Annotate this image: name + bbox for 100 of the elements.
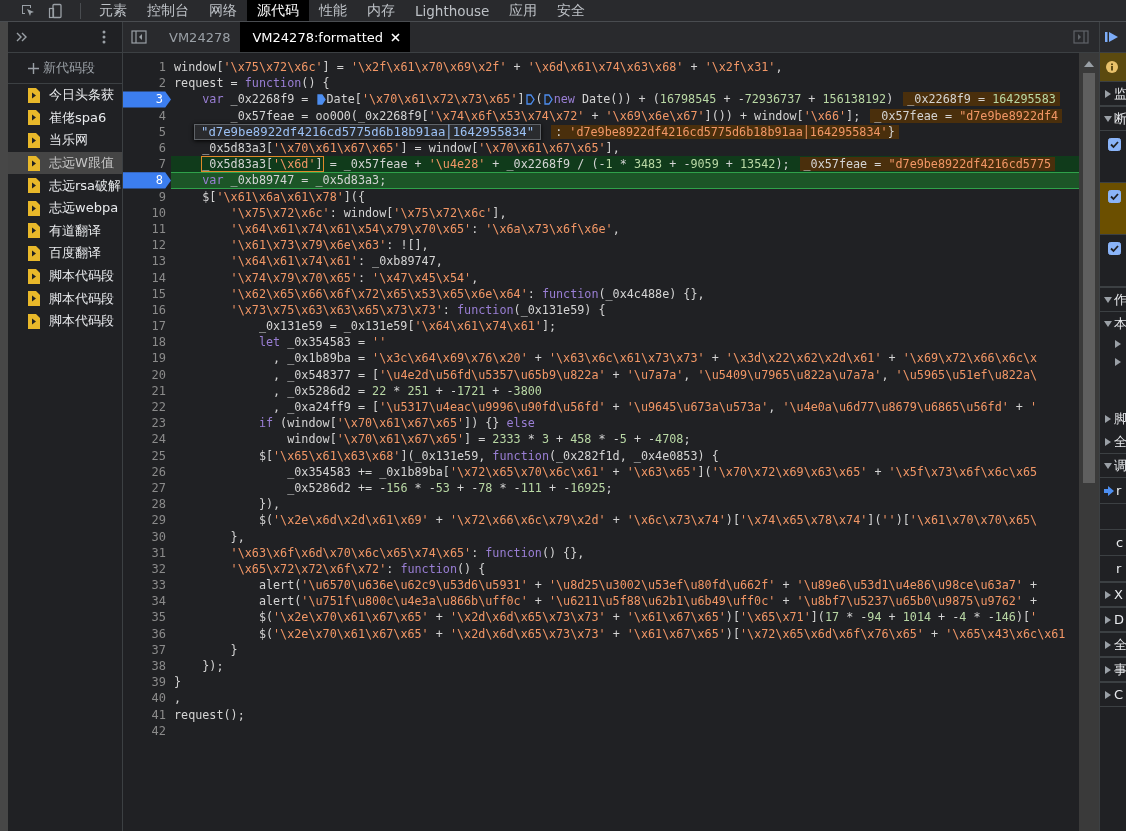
line-number[interactable]: 17 [151, 318, 171, 335]
line-number[interactable]: 24 [151, 431, 171, 448]
panel-tab[interactable]: 网络 [199, 0, 247, 21]
section-label[interactable]: 全 [1114, 635, 1126, 654]
checkbox[interactable] [1108, 190, 1121, 203]
disclosure-arrow-icon[interactable] [1104, 295, 1112, 304]
line-number[interactable]: 42 [151, 722, 171, 739]
section-label[interactable]: D [1114, 612, 1124, 627]
line-number[interactable]: 26 [151, 463, 171, 480]
line-number[interactable]: 34 [151, 593, 171, 610]
breakpoint-marker-icon[interactable] [316, 93, 326, 105]
chevron-double-icon[interactable] [16, 32, 28, 42]
panel-tab[interactable]: Lighthouse [405, 0, 500, 21]
disclosure-arrow-icon[interactable] [1104, 690, 1112, 699]
line-number[interactable]: 2 [158, 75, 171, 92]
disclosure-arrow-icon[interactable] [1104, 414, 1112, 423]
line-number[interactable]: 5 [158, 123, 171, 140]
line-number[interactable]: 39 [151, 674, 171, 691]
new-snippet-link[interactable]: 新代码段 [43, 59, 95, 77]
call-frame-row[interactable]: r [1100, 556, 1126, 582]
section-label[interactable]: X [1114, 587, 1123, 602]
section-label[interactable]: 事 [1114, 660, 1126, 679]
snippet-item[interactable]: 脚本代码段 [8, 309, 122, 333]
panel-tab[interactable]: 应用 [499, 0, 548, 21]
line-number[interactable]: 6 [158, 139, 171, 157]
line-number[interactable]: 14 [151, 269, 171, 286]
breakpoint-line-number[interactable]: 3 [123, 91, 171, 108]
line-number[interactable]: 29 [151, 512, 171, 529]
section-label[interactable]: 调 [1114, 456, 1126, 475]
line-number[interactable]: 13 [151, 253, 171, 270]
snippet-item[interactable]: 今日头条获 [8, 84, 122, 107]
section-label[interactable]: 本 [1114, 314, 1126, 333]
sidebar-toggle-icon[interactable] [131, 30, 147, 44]
disclosure-arrow-icon[interactable] [1104, 461, 1112, 470]
line-number[interactable]: 4 [158, 107, 171, 124]
disclosure-arrow-icon[interactable] [1104, 437, 1112, 446]
scroll-up-arrow-icon[interactable] [1084, 61, 1094, 67]
line-number[interactable]: 30 [151, 528, 171, 545]
line-number[interactable]: 33 [151, 577, 171, 594]
line-number[interactable]: 31 [151, 544, 171, 561]
line-number[interactable]: 9 [158, 188, 171, 205]
panel-tab[interactable]: 控制台 [137, 0, 199, 21]
scrollbar[interactable] [1079, 53, 1099, 831]
breakpoint-row[interactable] [1100, 183, 1126, 235]
line-number[interactable]: 28 [151, 496, 171, 513]
line-number[interactable]: 16 [151, 301, 171, 318]
disclosure-arrow-icon[interactable] [1104, 590, 1112, 599]
disclosure-arrow-icon[interactable] [1104, 640, 1112, 649]
line-number[interactable]: 20 [151, 366, 171, 383]
panel-tab[interactable]: 元素 [89, 0, 137, 21]
panel-tab[interactable]: 内存 [357, 0, 405, 21]
line-number[interactable]: 1 [158, 59, 171, 76]
disclosure-arrow-icon[interactable] [1104, 615, 1112, 624]
line-number[interactable]: 32 [151, 560, 171, 577]
line-number[interactable]: 12 [151, 237, 171, 254]
more-icon[interactable] [102, 30, 106, 44]
line-number[interactable]: 36 [151, 625, 171, 642]
disclosure-arrow-icon[interactable] [1104, 114, 1112, 123]
breakpoint-marker-icon[interactable] [543, 93, 553, 105]
snippet-item[interactable]: 志远rsa破解 [8, 174, 122, 197]
breakpoint-line-number[interactable]: 8 [123, 172, 171, 189]
file-tab[interactable]: VM24278 [157, 22, 241, 52]
section-label[interactable]: 脚 [1114, 409, 1126, 428]
call-frame-row[interactable]: r [1100, 478, 1126, 504]
disclosure-arrow-icon[interactable] [1104, 319, 1112, 328]
line-number[interactable]: 10 [151, 204, 171, 221]
expand-arrow-icon[interactable] [1114, 358, 1122, 366]
section-label[interactable]: C [1114, 687, 1124, 702]
line-number[interactable]: 23 [151, 415, 171, 432]
section-label[interactable]: 作 [1114, 290, 1126, 309]
panel-tab[interactable]: 源代码 [247, 0, 309, 21]
resume-icon[interactable] [1105, 31, 1119, 43]
close-icon[interactable] [391, 32, 401, 42]
device-icon[interactable] [48, 2, 64, 19]
snippet-item[interactable]: 当乐网 [8, 129, 122, 152]
panel-tab[interactable]: 性能 [309, 0, 357, 21]
panel-toggle-icon[interactable] [1073, 30, 1089, 44]
checkbox[interactable] [1108, 138, 1121, 151]
section-label[interactable]: 监 [1114, 84, 1126, 103]
line-number[interactable]: 18 [151, 334, 171, 351]
line-number[interactable]: 11 [151, 220, 171, 238]
line-number[interactable]: 22 [151, 398, 171, 416]
snippet-item[interactable]: 崔佬spa6 [8, 106, 122, 130]
panel-tab[interactable]: 安全 [547, 0, 596, 21]
disclosure-arrow-icon[interactable] [1104, 665, 1112, 674]
expand-arrow-icon[interactable] [1114, 340, 1122, 348]
line-number[interactable]: 15 [151, 285, 171, 302]
snippet-item[interactable]: 志远W跟值 [8, 151, 122, 175]
line-number[interactable]: 40 [151, 690, 171, 707]
snippet-item[interactable]: 百度翻译 [8, 242, 122, 265]
snippet-item[interactable]: 脚本代码段 [8, 287, 122, 310]
snippet-item[interactable]: 有道翻译 [8, 219, 122, 243]
line-number[interactable]: 38 [151, 657, 171, 675]
line-number[interactable]: 19 [151, 350, 171, 367]
snippet-item[interactable]: 脚本代码段 [8, 264, 122, 288]
line-number[interactable]: 21 [151, 382, 171, 399]
call-frame-row[interactable]: c [1100, 530, 1126, 556]
line-number[interactable]: 27 [151, 479, 171, 497]
checkbox[interactable] [1108, 242, 1121, 255]
snippet-item[interactable]: 志远webpa [8, 196, 122, 220]
